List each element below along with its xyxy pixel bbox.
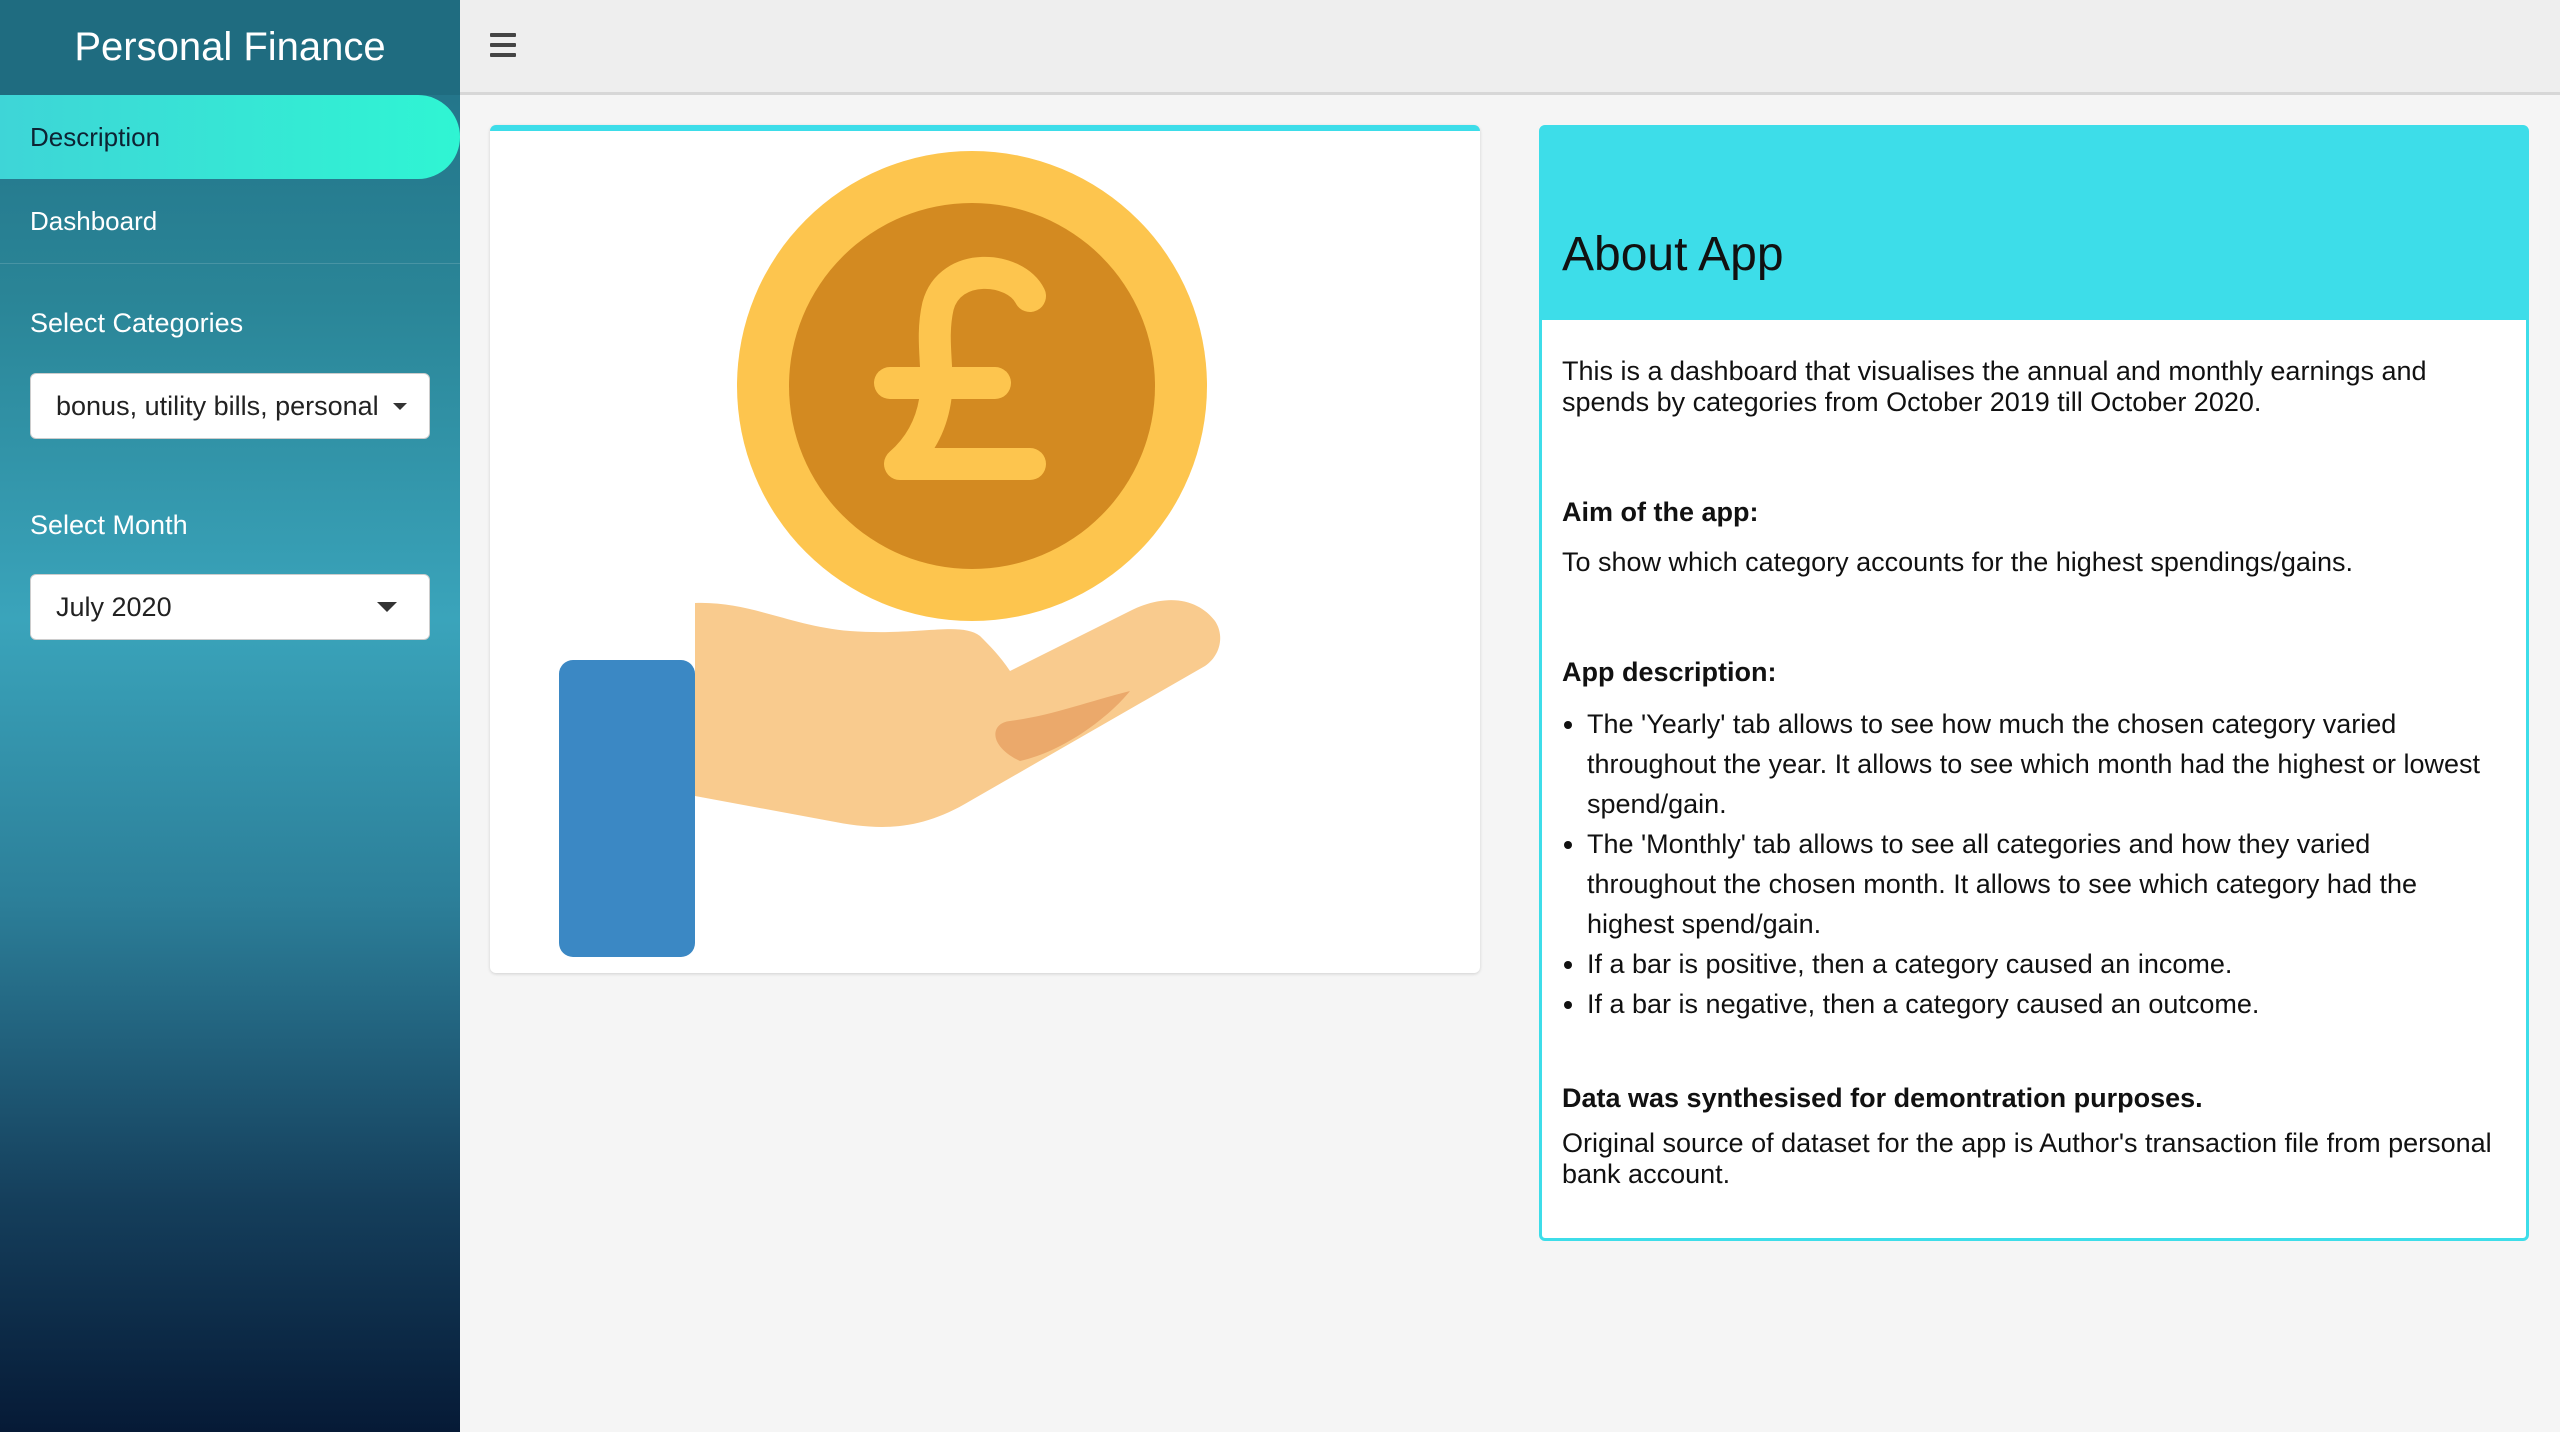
about-card: About App This is a dashboard that visua… (1539, 125, 2529, 1241)
menu-item-dashboard[interactable]: Dashboard (0, 179, 460, 263)
aim-text: To show which category accounts for the … (1562, 547, 2353, 577)
categories-label: Select Categories (30, 308, 244, 338)
sleeve (559, 660, 695, 957)
hand (695, 600, 1221, 827)
aim-heading: Aim of the app: (1562, 497, 1759, 527)
categories-value: bonus, utility bills, personal (56, 390, 379, 421)
data-heading: Data was synthesised for demontration pu… (1562, 1083, 2203, 1113)
about-title: About App (1562, 228, 1784, 281)
chevron-down-icon (377, 602, 397, 612)
list-item: If a bar is positive, then a category ca… (1587, 944, 2506, 984)
desc-heading: App description: (1562, 657, 1777, 687)
chevron-down-icon (393, 402, 407, 410)
data-text: Original source of dataset for the app i… (1562, 1128, 2492, 1189)
menu-item-label: Description (30, 121, 161, 152)
list-item: The 'Monthly' tab allows to see all cate… (1587, 824, 2506, 944)
month-value: July 2020 (56, 591, 172, 622)
illustration-card (490, 125, 1480, 973)
month-label: Select Month (30, 510, 188, 540)
about-body: This is a dashboard that visualises the … (1542, 356, 2526, 1190)
app-title: Personal Finance (0, 0, 460, 95)
list-item: The 'Yearly' tab allows to see how much … (1587, 704, 2506, 824)
desc-list: The 'Yearly' tab allows to see how much … (1562, 704, 2506, 1024)
menu-item-description[interactable]: Description (0, 95, 460, 179)
list-item: If a bar is negative, then a category ca… (1587, 984, 2506, 1024)
about-header: About App (1542, 128, 2526, 320)
categories-select[interactable]: bonus, utility bills, personal (30, 373, 430, 439)
pound-coin-hand-icon (559, 151, 1221, 957)
hamburger-icon[interactable] (490, 33, 516, 57)
month-select[interactable]: July 2020 (30, 574, 430, 640)
menu-item-label: Dashboard (30, 205, 158, 236)
top-header (460, 0, 2560, 95)
about-intro: This is a dashboard that visualises the … (1562, 356, 2427, 417)
sidebar: Personal Finance Description Dashboard S… (0, 0, 460, 1432)
menu-divider (0, 263, 460, 264)
